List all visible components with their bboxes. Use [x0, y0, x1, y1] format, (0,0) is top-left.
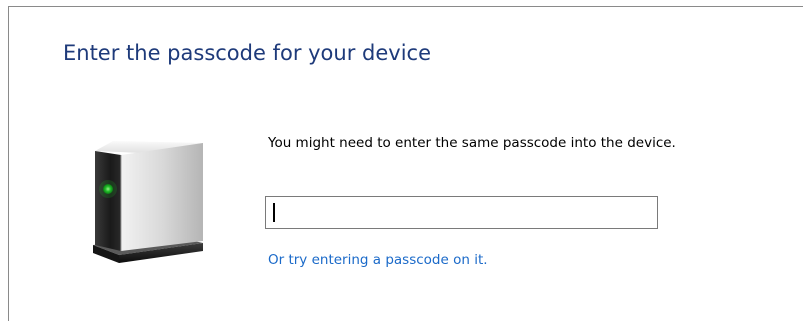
instruction-text: You might need to enter the same passcod…: [268, 135, 676, 151]
try-on-device-link[interactable]: Or try entering a passcode on it.: [268, 252, 488, 268]
device-icon: [91, 137, 211, 277]
passcode-input[interactable]: [265, 196, 658, 229]
passcode-dialog: Enter the passcode for your device You m…: [8, 6, 803, 321]
dialog-title: Enter the passcode for your device: [63, 41, 432, 65]
text-caret: [273, 203, 275, 222]
